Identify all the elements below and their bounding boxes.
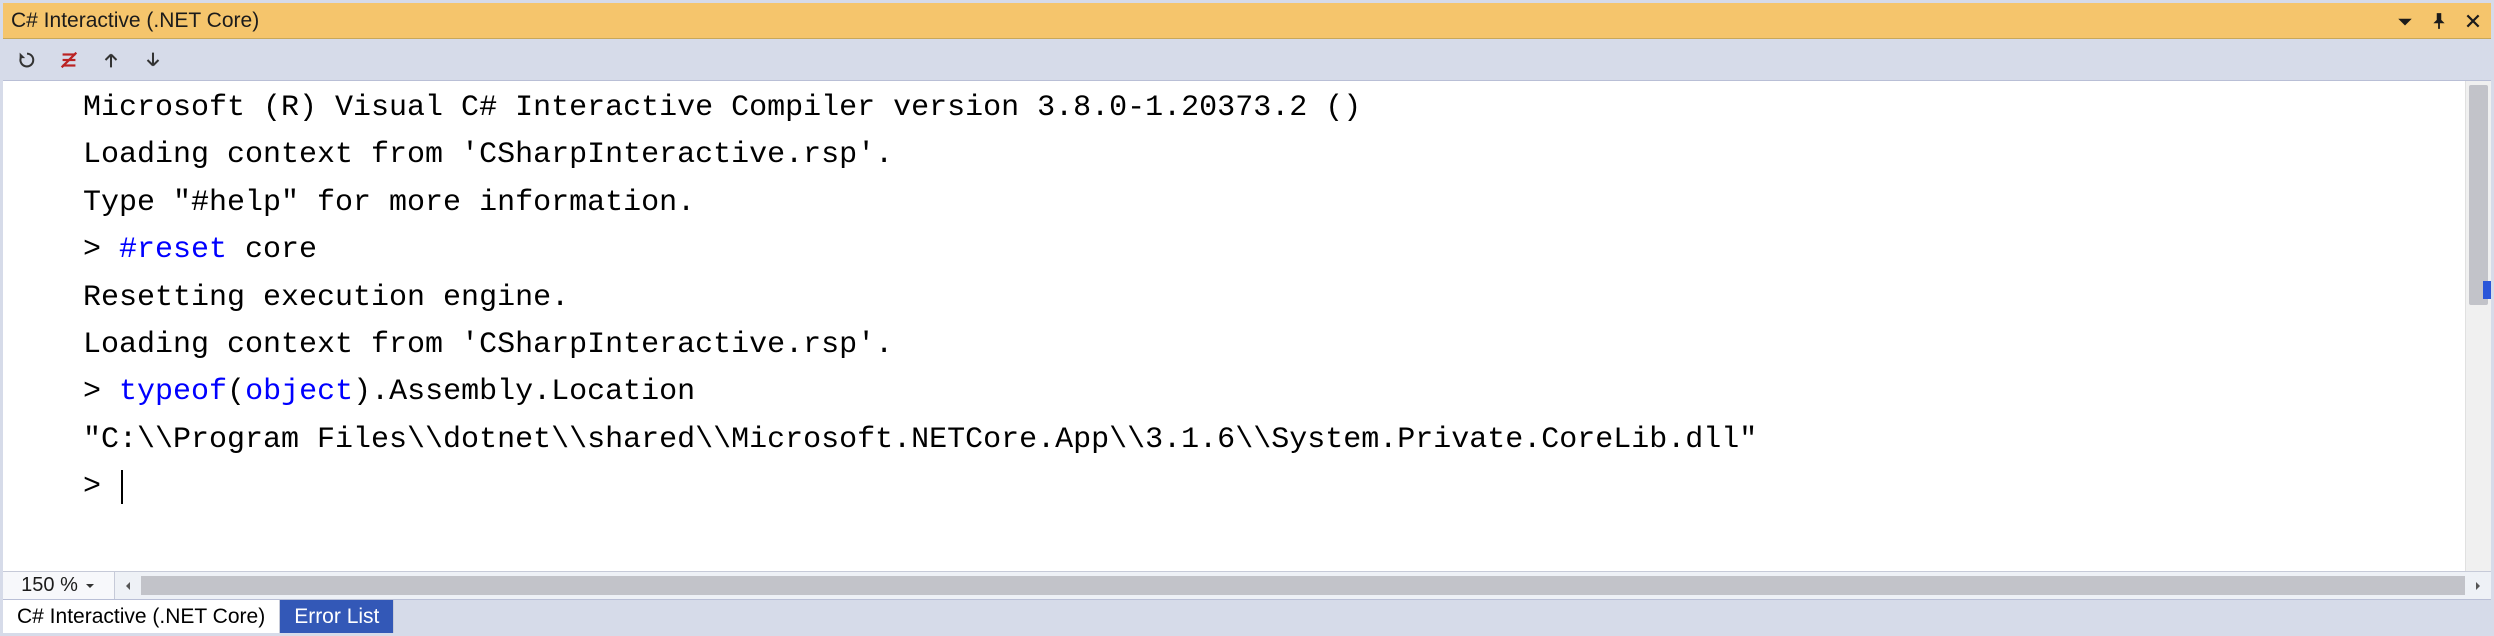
console-text: ( xyxy=(227,375,245,409)
tab-label: Error List xyxy=(294,605,379,629)
window-title: C# Interactive (.NET Core) xyxy=(11,9,2395,33)
window-options-icon[interactable] xyxy=(2395,11,2415,31)
console-text: object xyxy=(245,375,353,409)
chevron-down-icon xyxy=(84,580,96,592)
scrollbar-caret-marker xyxy=(2483,281,2491,299)
pin-icon[interactable] xyxy=(2429,11,2449,31)
console-line: Resetting execution engine. xyxy=(83,275,2465,322)
horizontal-scrollbar[interactable] xyxy=(115,572,2491,599)
console-text: > xyxy=(83,375,119,409)
console-line: > typeof(object).Assembly.Location xyxy=(83,369,2465,416)
console-text: ).Assembly.Location xyxy=(353,375,695,409)
bottom-strip: 150 % xyxy=(3,571,2491,599)
console-text: Microsoft (R) Visual C# Interactive Comp… xyxy=(83,91,1361,125)
window-controls xyxy=(2395,11,2483,31)
history-next-button[interactable] xyxy=(139,46,167,74)
scroll-right-icon[interactable] xyxy=(2465,572,2491,599)
tab-csharp-interactive[interactable]: C# Interactive (.NET Core) xyxy=(3,600,280,633)
vertical-scrollbar[interactable] xyxy=(2465,81,2491,571)
tab-label: C# Interactive (.NET Core) xyxy=(17,605,265,629)
console-text: #reset xyxy=(119,233,227,267)
console-line: Type "#help" for more information. xyxy=(83,180,2465,227)
zoom-level-dropdown[interactable]: 150 % xyxy=(3,572,115,599)
console-line: > xyxy=(83,464,2465,511)
console-text: > xyxy=(83,470,119,504)
console-line: Microsoft (R) Visual C# Interactive Comp… xyxy=(83,85,2465,132)
tool-window-tabs: C# Interactive (.NET Core) Error List xyxy=(3,599,2491,633)
console-line: Loading context from 'CSharpInteractive.… xyxy=(83,132,2465,179)
console-line: "C:\\Program Files\\dotnet\\shared\\Micr… xyxy=(83,417,2465,464)
close-icon[interactable] xyxy=(2463,11,2483,31)
zoom-level-label: 150 % xyxy=(21,574,78,597)
console-text: typeof xyxy=(119,375,227,409)
scroll-left-icon[interactable] xyxy=(115,572,141,599)
toolbar xyxy=(3,39,2491,81)
tab-error-list[interactable]: Error List xyxy=(280,600,394,633)
history-previous-button[interactable] xyxy=(97,46,125,74)
console-area: Microsoft (R) Visual C# Interactive Comp… xyxy=(3,81,2491,571)
console-text: > xyxy=(83,233,119,267)
console-text: Loading context from 'CSharpInteractive.… xyxy=(83,138,893,172)
console-text: core xyxy=(227,233,317,267)
text-cursor xyxy=(121,470,123,504)
titlebar: C# Interactive (.NET Core) xyxy=(3,3,2491,39)
console-text: "C:\\Program Files\\dotnet\\shared\\Micr… xyxy=(83,423,1757,457)
vertical-scrollbar-thumb[interactable] xyxy=(2469,85,2488,305)
console-text: Type "#help" for more information. xyxy=(83,186,695,220)
reset-button[interactable] xyxy=(13,46,41,74)
console-output[interactable]: Microsoft (R) Visual C# Interactive Comp… xyxy=(3,81,2465,571)
horizontal-scrollbar-thumb[interactable] xyxy=(141,576,2465,595)
console-line: Loading context from 'CSharpInteractive.… xyxy=(83,322,2465,369)
console-line: > #reset core xyxy=(83,227,2465,274)
console-text: Loading context from 'CSharpInteractive.… xyxy=(83,328,893,362)
console-text: Resetting execution engine. xyxy=(83,281,569,315)
clear-screen-button[interactable] xyxy=(55,46,83,74)
